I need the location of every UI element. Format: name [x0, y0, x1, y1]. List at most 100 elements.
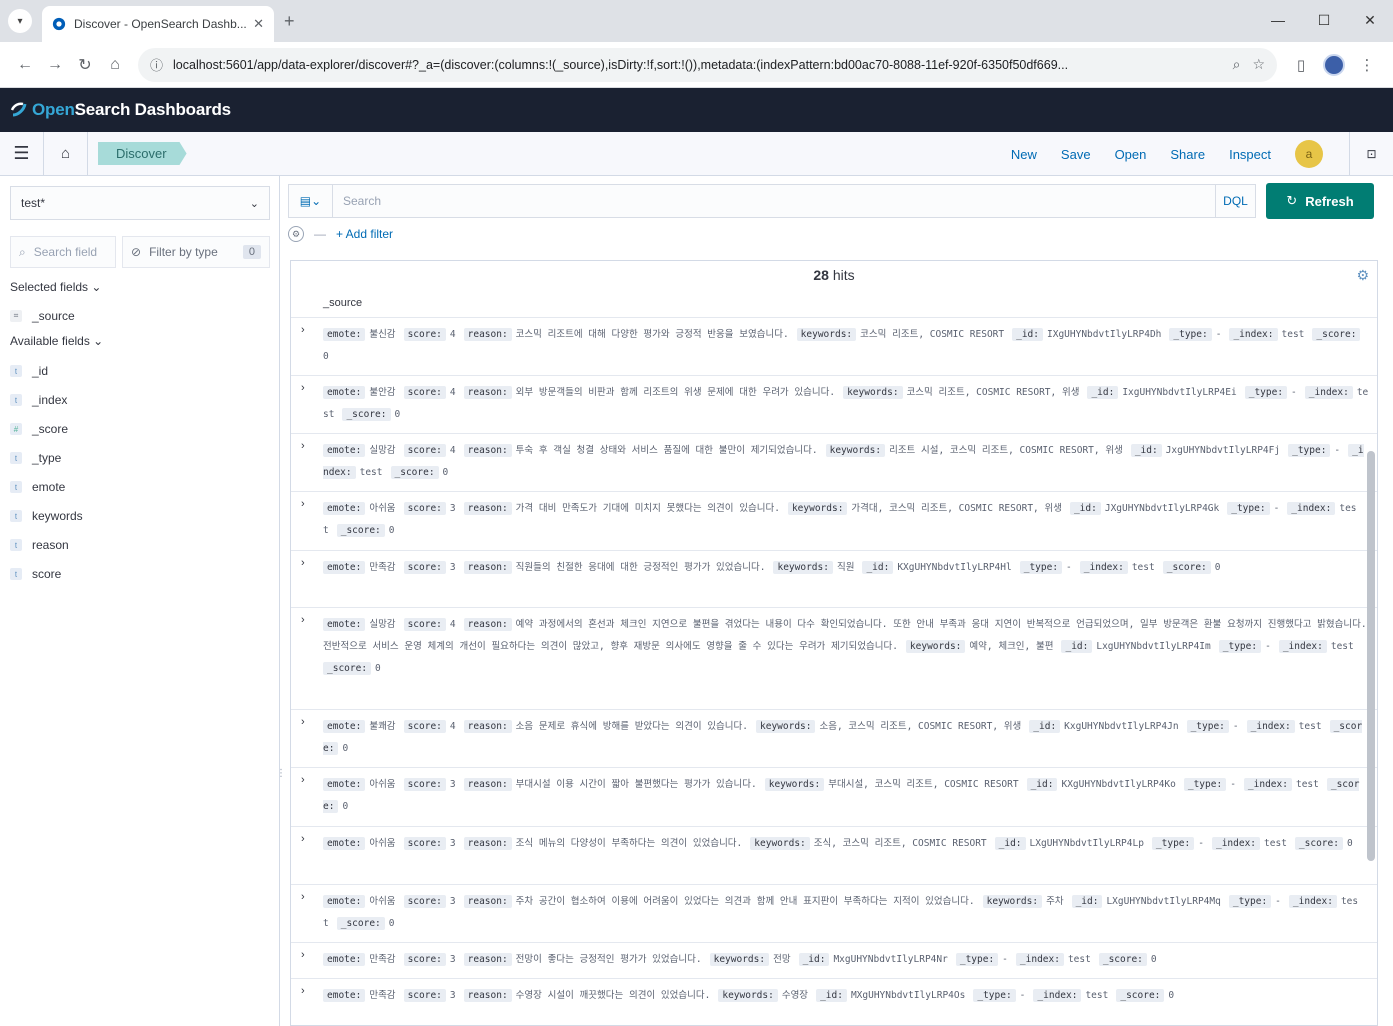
field-search-input[interactable]: ⌕ Search field [10, 236, 116, 268]
browser-profile-avatar[interactable] [1323, 53, 1345, 76]
field-key: score: [403, 778, 446, 791]
table-row[interactable]: › emote: 아쉬움 score: 3 reason: 조식 메뉴의 다양성이 부족하다… [291, 826, 1377, 884]
field-value: 4 [449, 329, 456, 340]
expand-row-icon[interactable]: › [301, 324, 305, 336]
site-info-icon[interactable]: ⓘ [150, 55, 163, 74]
close-tab-icon[interactable]: ✕ [253, 16, 264, 32]
field-key: reason: [463, 837, 512, 850]
table-row[interactable]: › emote: 아쉬움 score: 3 reason: 부대시설 이용 시간이 짧아 불… [291, 767, 1377, 826]
expand-row-icon[interactable]: › [301, 891, 305, 903]
field-key: score: [403, 561, 446, 574]
field-item-source[interactable]: ⌗ _source [10, 309, 75, 323]
dql-toggle[interactable]: DQL [1215, 185, 1255, 217]
open-link[interactable]: Open [1115, 147, 1147, 162]
user-avatar[interactable]: a [1295, 140, 1323, 168]
osd-logo-text[interactable]: OpenSearch Dashboards [32, 100, 231, 120]
expand-row-icon[interactable]: › [301, 985, 305, 997]
filter-by-type-button[interactable]: ⊘ Filter by type 0 [122, 236, 270, 268]
field-key: emote: [323, 720, 366, 733]
field-item-id[interactable]: t _id [10, 364, 48, 378]
field-name: emote [32, 480, 66, 494]
field-key: keywords: [709, 953, 770, 966]
zoom-icon[interactable]: ⌕ [1233, 56, 1241, 73]
field-value: 4 [449, 619, 456, 630]
table-row[interactable]: › emote: 만족감 score: 3 reason: 수영장 시설이 깨끗했다는 의견… [291, 978, 1377, 1025]
table-row[interactable]: › emote: 만족감 score: 3 reason: 전망이 좋다는 긍정적인 평가가… [291, 942, 1377, 978]
new-link[interactable]: New [1011, 147, 1037, 162]
field-key: _id: [862, 561, 894, 574]
browser-tab[interactable]: Discover - OpenSearch Dashb... ✕ [42, 6, 274, 42]
expand-row-icon[interactable]: › [301, 614, 305, 626]
save-link[interactable]: Save [1061, 147, 1091, 162]
expand-row-icon[interactable]: › [301, 440, 305, 452]
expand-row-icon[interactable]: › [301, 833, 305, 845]
add-filter-link[interactable]: + Add filter [336, 227, 393, 241]
search-input[interactable]: Search [333, 194, 1215, 208]
field-item-keywords[interactable]: t keywords [10, 509, 83, 523]
expand-row-icon[interactable]: › [301, 382, 305, 394]
field-key: _id: [1061, 640, 1093, 653]
inspect-link[interactable]: Inspect [1229, 147, 1271, 162]
table-row[interactable]: › emote: 불안감 score: 4 reason: 외부 방문객들의 비판과 함께 … [291, 375, 1377, 433]
field-value: 불쾌감 [369, 721, 396, 732]
forward-icon[interactable]: → [40, 56, 70, 74]
maximize-icon[interactable]: ☐ [1301, 0, 1347, 40]
field-value: 아쉬움 [369, 779, 396, 790]
back-icon[interactable]: ← [10, 56, 40, 74]
field-value: - [1019, 990, 1026, 1001]
scrollbar[interactable] [1367, 451, 1375, 861]
field-item-score[interactable]: t score [10, 567, 61, 581]
table-row[interactable]: › emote: 아쉬움 score: 3 reason: 주차 공간이 협소하여 이용에 … [291, 884, 1377, 942]
minimize-icon[interactable]: — [1255, 0, 1301, 40]
selected-fields-toggle[interactable]: Selected fields ⌄ [10, 280, 101, 294]
tab-search-icon[interactable]: ▾ [8, 9, 32, 33]
field-item-score-meta[interactable]: # _score [10, 422, 68, 436]
breadcrumb[interactable]: Discover [98, 142, 187, 165]
field-item-reason[interactable]: t reason [10, 538, 69, 552]
reload-icon[interactable]: ↻ [70, 55, 100, 75]
home-browser-icon[interactable]: ⌂ [100, 56, 130, 74]
field-value: 3 [449, 562, 456, 573]
field-item-type[interactable]: t _type [10, 451, 61, 465]
new-tab-icon[interactable]: + [284, 11, 295, 32]
saved-queries-icon[interactable]: ▤⌄ [289, 185, 333, 217]
home-icon[interactable]: ⌂ [44, 131, 88, 176]
filter-options-icon[interactable]: ⚙ [288, 226, 304, 242]
close-window-icon[interactable]: ✕ [1347, 0, 1393, 40]
field-key: _id: [1071, 895, 1103, 908]
table-row[interactable]: › emote: 실망감 score: 4 reason: 투숙 후 객실 청결 상태와 서… [291, 433, 1377, 491]
window-controls: — ☐ ✕ [1255, 0, 1393, 40]
expand-row-icon[interactable]: › [301, 557, 305, 569]
field-item-emote[interactable]: t emote [10, 480, 65, 494]
url-bar[interactable]: ⓘ localhost:5601/app/data-explorer/disco… [138, 47, 1277, 82]
table-row[interactable]: › emote: 실망감 score: 4 reason: 예약 과정에서의 혼선과 체크인… [291, 607, 1377, 709]
refresh-button[interactable]: ↻ Refresh [1266, 183, 1374, 219]
field-key: reason: [463, 720, 512, 733]
dock-icon[interactable]: ⊡ [1349, 132, 1393, 176]
field-value: 4 [449, 387, 456, 398]
table-row[interactable]: › emote: 만족감 score: 3 reason: 직원들의 친절한 응대에 대한 … [291, 550, 1377, 607]
expand-row-icon[interactable]: › [301, 774, 305, 786]
menu-toggle-icon[interactable]: ☰ [0, 131, 44, 176]
field-key: score: [403, 953, 446, 966]
browser-menu-icon[interactable]: ⋮ [1351, 56, 1383, 74]
available-fields-toggle[interactable]: Available fields ⌄ [10, 334, 103, 348]
resize-handle-icon[interactable]: ⋮ [276, 768, 286, 782]
index-pattern-select[interactable]: test* ⌄ [10, 186, 270, 220]
column-header-source[interactable]: _source [323, 297, 362, 309]
expand-row-icon[interactable]: › [301, 949, 305, 961]
field-item-index[interactable]: t _index [10, 393, 67, 407]
field-key: _index: [1033, 989, 1082, 1002]
table-row[interactable]: › emote: 불쾌감 score: 4 reason: 소음 문제로 휴식에 방해를 받… [291, 709, 1377, 767]
table-row[interactable]: › emote: 아쉬움 score: 3 reason: 가격 대비 만족도가 기대에 미… [291, 491, 1377, 550]
side-panel-icon[interactable]: ▯ [1285, 56, 1317, 74]
expand-row-icon[interactable]: › [301, 498, 305, 510]
field-key: keywords: [825, 444, 886, 457]
field-value: 불안감 [369, 387, 396, 398]
bookmark-star-icon[interactable]: ☆ [1252, 56, 1265, 73]
table-row[interactable]: › emote: 불신감 score: 4 reason: 코스믹 리조트에 대해 다양한 … [291, 317, 1377, 375]
field-key: emote: [323, 953, 366, 966]
table-options-icon[interactable]: ⚙ [1356, 267, 1369, 284]
expand-row-icon[interactable]: › [301, 716, 305, 728]
share-link[interactable]: Share [1170, 147, 1205, 162]
